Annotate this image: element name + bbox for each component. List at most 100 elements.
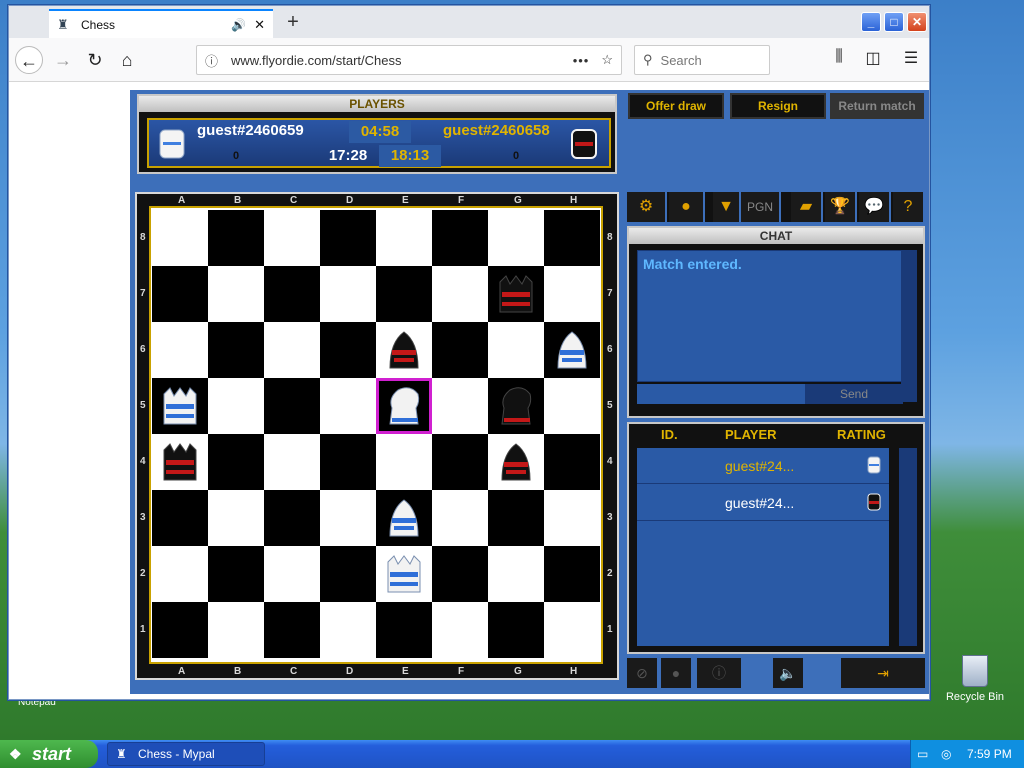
black-pawn-icon[interactable]	[488, 434, 544, 490]
square-f8[interactable]	[432, 210, 488, 266]
square-c8[interactable]	[264, 210, 320, 266]
maximize-window-button[interactable]: □	[884, 12, 904, 32]
white-pawn-icon[interactable]	[544, 322, 600, 378]
white-pawn-icon[interactable]	[376, 490, 432, 546]
list-item[interactable]: guest#24...	[637, 448, 889, 484]
square-d1[interactable]	[320, 602, 376, 658]
list-item[interactable]: guest#24...	[637, 485, 889, 521]
network-icon[interactable]: ▭	[917, 747, 928, 761]
start-button[interactable]: ❖ start	[0, 740, 98, 768]
sound-icon[interactable]: 🔈	[773, 658, 803, 688]
square-h2[interactable]	[544, 546, 600, 602]
square-c1[interactable]	[264, 602, 320, 658]
library-icon[interactable]: ⫼	[827, 48, 851, 66]
square-f1[interactable]	[432, 602, 488, 658]
square-a3[interactable]	[152, 490, 208, 546]
ball-icon[interactable]: ●	[669, 192, 705, 222]
home-button[interactable]: ⌂	[113, 46, 141, 74]
square-d4[interactable]	[320, 434, 376, 490]
sidebar-icon[interactable]: ◫	[861, 48, 885, 68]
chat-bubble-icon[interactable]: 💬	[859, 192, 891, 222]
square-a2[interactable]	[152, 546, 208, 602]
square-h5[interactable]	[544, 378, 600, 434]
square-b5[interactable]	[208, 378, 264, 434]
square-g1[interactable]	[488, 602, 544, 658]
pgn-button[interactable]: PGN	[741, 192, 781, 222]
square-b6[interactable]	[208, 322, 264, 378]
square-b4[interactable]	[208, 434, 264, 490]
square-f7[interactable]	[432, 266, 488, 322]
speaker-icon[interactable]: 🔊	[231, 18, 246, 32]
square-h4[interactable]	[544, 434, 600, 490]
back-button[interactable]: ←	[15, 46, 43, 74]
hamburger-menu-icon[interactable]: ☰	[899, 48, 923, 68]
url-text[interactable]: www.flyordie.com/start/Chess	[231, 53, 573, 68]
square-a6[interactable]	[152, 322, 208, 378]
chat-scrollbar[interactable]	[901, 250, 917, 402]
search-input[interactable]: ⚲ Search	[634, 45, 770, 75]
square-h8[interactable]	[544, 210, 600, 266]
square-d8[interactable]	[320, 210, 376, 266]
user-icon[interactable]: ●	[661, 658, 691, 688]
chess-board[interactable]	[149, 206, 603, 664]
square-f2[interactable]	[432, 546, 488, 602]
square-a1[interactable]	[152, 602, 208, 658]
square-g6[interactable]	[488, 322, 544, 378]
square-c4[interactable]	[264, 434, 320, 490]
chat-send-button[interactable]: Send	[805, 384, 903, 404]
return-match-button[interactable]: Return match	[830, 93, 924, 119]
square-c2[interactable]	[264, 546, 320, 602]
square-b3[interactable]	[208, 490, 264, 546]
page-actions-menu-icon[interactable]: •••	[573, 53, 590, 68]
update-icon[interactable]: ◎	[941, 747, 951, 761]
square-d7[interactable]	[320, 266, 376, 322]
player-list-scrollbar[interactable]	[899, 448, 917, 646]
square-e7[interactable]	[376, 266, 432, 322]
square-b2[interactable]	[208, 546, 264, 602]
taskbar-item-mypal[interactable]: ♜ Chess - Mypal	[107, 742, 265, 766]
desktop-icon-recycle-bin[interactable]: Recycle Bin	[940, 655, 1010, 703]
square-c6[interactable]	[264, 322, 320, 378]
square-g8[interactable]	[488, 210, 544, 266]
info-icon[interactable]: ⓘ	[697, 658, 741, 688]
square-d2[interactable]	[320, 546, 376, 602]
white-rook-icon[interactable]	[152, 378, 208, 434]
trophy-icon[interactable]: 🏆	[825, 192, 857, 222]
offer-draw-button[interactable]: Offer draw	[628, 93, 724, 119]
square-f5[interactable]	[432, 378, 488, 434]
square-d6[interactable]	[320, 322, 376, 378]
square-g2[interactable]	[488, 546, 544, 602]
ratings-icon[interactable]: ▰	[791, 192, 823, 222]
forward-button[interactable]: →	[49, 46, 77, 74]
black-rook-icon[interactable]	[152, 434, 208, 490]
new-tab-button[interactable]: +	[281, 11, 305, 34]
bookmark-star-icon[interactable]: ☆	[601, 52, 613, 68]
square-b1[interactable]	[208, 602, 264, 658]
close-tab-icon[interactable]: ✕	[254, 17, 265, 33]
square-d5[interactable]	[320, 378, 376, 434]
square-c7[interactable]	[264, 266, 320, 322]
square-a8[interactable]	[152, 210, 208, 266]
white-knight-icon[interactable]	[376, 378, 432, 434]
square-c3[interactable]	[264, 490, 320, 546]
square-e8[interactable]	[376, 210, 432, 266]
square-f4[interactable]	[432, 434, 488, 490]
tab-chess[interactable]: ♜ Chess 🔊 ✕	[49, 9, 273, 38]
black-pawn-icon[interactable]	[376, 322, 432, 378]
square-f3[interactable]	[432, 490, 488, 546]
black-rook-icon[interactable]	[488, 266, 544, 322]
dropdown-icon[interactable]: ▼	[713, 192, 741, 222]
chat-input[interactable]	[637, 384, 805, 404]
url-bar[interactable]: ⓘ www.flyordie.com/start/Chess ••• ☆	[196, 45, 622, 75]
square-f6[interactable]	[432, 322, 488, 378]
square-g3[interactable]	[488, 490, 544, 546]
square-a7[interactable]	[152, 266, 208, 322]
square-h7[interactable]	[544, 266, 600, 322]
square-h1[interactable]	[544, 602, 600, 658]
block-icon[interactable]: ⊘	[627, 658, 657, 688]
square-d3[interactable]	[320, 490, 376, 546]
square-h3[interactable]	[544, 490, 600, 546]
black-knight-icon[interactable]	[488, 378, 544, 434]
close-window-button[interactable]: ✕	[907, 12, 927, 32]
settings-gear-icon[interactable]: ⚙	[627, 192, 667, 222]
